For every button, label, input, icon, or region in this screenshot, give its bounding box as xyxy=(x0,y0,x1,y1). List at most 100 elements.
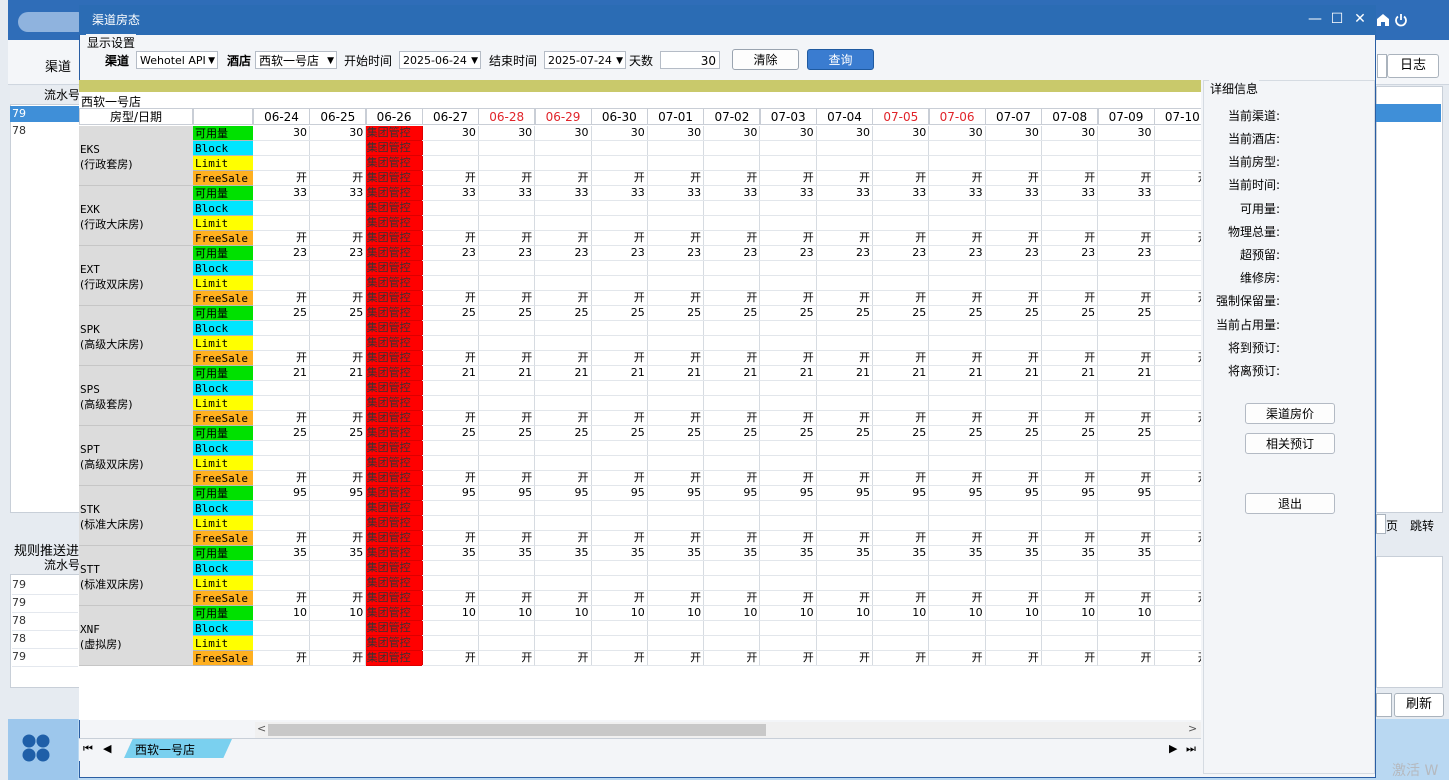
start-date-picker[interactable]: 2025-06-24 ▼ xyxy=(399,51,481,69)
grid-cell[interactable] xyxy=(1097,441,1155,456)
grid-cell[interactable] xyxy=(534,201,592,216)
grid-cell[interactable]: 开 xyxy=(647,171,705,186)
grid-cell[interactable]: 开 xyxy=(647,591,705,606)
app-logo-icon[interactable] xyxy=(21,733,51,763)
grid-cell[interactable] xyxy=(590,576,648,591)
grid-cell[interactable]: 开 xyxy=(928,171,986,186)
grid-cell[interactable]: 开 xyxy=(1041,531,1099,546)
first-sheet-icon[interactable]: ⏮ xyxy=(83,742,93,756)
grid-cell[interactable] xyxy=(647,201,705,216)
grid-cell[interactable]: 25 xyxy=(759,306,817,321)
grid-cell[interactable]: 开 xyxy=(590,171,648,186)
grid-cell[interactable]: 开 xyxy=(590,531,648,546)
grid-cell[interactable]: 开 xyxy=(984,171,1042,186)
grid-cell[interactable]: 开 xyxy=(1041,471,1099,486)
grid-cell[interactable] xyxy=(928,156,986,171)
grid-cell[interactable] xyxy=(872,336,930,351)
grid-cell[interactable]: 开 xyxy=(253,591,310,606)
grid-cell[interactable]: 10 xyxy=(478,606,536,621)
grid-cell[interactable] xyxy=(1097,381,1155,396)
grid-cell[interactable] xyxy=(1097,516,1155,531)
grid-cell[interactable]: 开 xyxy=(421,231,479,246)
grid-cell[interactable]: 集团管控 xyxy=(365,231,423,246)
grid-cell[interactable]: 2 xyxy=(1153,366,1201,381)
date-header[interactable]: 06-29 xyxy=(534,108,592,125)
grid-cell[interactable] xyxy=(1041,441,1099,456)
grid-cell[interactable] xyxy=(816,576,873,591)
grid-cell[interactable]: 集团管控 xyxy=(365,156,423,171)
grid-cell[interactable]: 35 xyxy=(984,546,1042,561)
background-row-2[interactable]: 79 xyxy=(12,576,78,595)
grid-cell[interactable]: 开 xyxy=(984,591,1042,606)
grid-cell[interactable]: 10 xyxy=(928,606,986,621)
grid-cell[interactable] xyxy=(421,636,479,651)
grid-cell[interactable]: 开 xyxy=(253,351,310,366)
grid-cell[interactable]: 25 xyxy=(647,426,705,441)
grid-cell[interactable] xyxy=(703,156,761,171)
grid-cell[interactable] xyxy=(872,261,930,276)
grid-cell[interactable]: 95 xyxy=(872,486,930,501)
grid-cell[interactable] xyxy=(421,576,479,591)
grid-cell[interactable]: 10 xyxy=(1097,606,1155,621)
grid-cell[interactable] xyxy=(1153,336,1201,351)
grid-cell[interactable]: 开 xyxy=(647,351,705,366)
grid-cell[interactable]: 开 xyxy=(1097,651,1155,666)
grid-cell[interactable]: 开 xyxy=(703,591,761,606)
grid-cell[interactable]: 35 xyxy=(816,546,873,561)
grid-cell[interactable] xyxy=(1153,141,1201,156)
grid-cell[interactable] xyxy=(759,396,817,411)
grid-cell[interactable] xyxy=(1041,621,1099,636)
grid-cell[interactable]: 10 xyxy=(309,606,367,621)
grid-cell[interactable]: 开 xyxy=(590,471,648,486)
grid-cell[interactable] xyxy=(534,396,592,411)
grid-cell[interactable] xyxy=(816,456,873,471)
grid-cell[interactable] xyxy=(478,216,536,231)
grid-cell[interactable] xyxy=(984,621,1042,636)
grid-cell[interactable] xyxy=(590,621,648,636)
grid-cell[interactable]: 30 xyxy=(253,126,310,141)
grid-cell[interactable]: 开 xyxy=(309,591,367,606)
grid-cell[interactable] xyxy=(703,141,761,156)
grid-cell[interactable] xyxy=(253,516,310,531)
grid-cell[interactable]: 开 xyxy=(421,531,479,546)
grid-cell[interactable] xyxy=(872,276,930,291)
grid-cell[interactable] xyxy=(590,516,648,531)
grid-cell[interactable] xyxy=(928,321,986,336)
grid-cell[interactable] xyxy=(253,321,310,336)
grid-cell[interactable]: 33 xyxy=(816,186,873,201)
grid-cell[interactable]: 33 xyxy=(872,186,930,201)
grid-cell[interactable]: 开 xyxy=(703,471,761,486)
grid-cell[interactable]: 开 xyxy=(928,591,986,606)
grid-cell[interactable] xyxy=(928,636,986,651)
grid-cell[interactable] xyxy=(534,621,592,636)
date-header[interactable]: 07-07 xyxy=(984,108,1042,125)
grid-cell[interactable]: 开 xyxy=(984,231,1042,246)
grid-cell[interactable]: 开 xyxy=(928,231,986,246)
grid-cell[interactable]: 集团管控 xyxy=(365,561,423,576)
grid-cell[interactable] xyxy=(534,261,592,276)
grid-cell[interactable] xyxy=(1153,321,1201,336)
grid-cell[interactable] xyxy=(534,456,592,471)
grid-cell[interactable] xyxy=(421,456,479,471)
grid-cell[interactable] xyxy=(1041,561,1099,576)
grid-cell[interactable] xyxy=(590,561,648,576)
background-row-2[interactable]: 78 xyxy=(12,612,78,631)
grid-cell[interactable] xyxy=(590,216,648,231)
grid-cell[interactable] xyxy=(309,141,367,156)
grid-cell[interactable]: 23 xyxy=(816,246,873,261)
grid-cell[interactable] xyxy=(759,441,817,456)
channel-price-button[interactable]: 渠道房价 xyxy=(1245,403,1335,424)
grid-cell[interactable]: 21 xyxy=(872,366,930,381)
grid-cell[interactable] xyxy=(590,336,648,351)
grid-cell[interactable] xyxy=(1041,336,1099,351)
grid-cell[interactable]: 集团管控 xyxy=(365,246,423,261)
grid-cell[interactable] xyxy=(647,381,705,396)
grid-cell[interactable] xyxy=(984,396,1042,411)
grid-cell[interactable] xyxy=(1041,381,1099,396)
grid-cell[interactable]: 开 xyxy=(309,351,367,366)
grid-cell[interactable] xyxy=(478,321,536,336)
grid-cell[interactable]: 开 xyxy=(421,291,479,306)
grid-cell[interactable] xyxy=(759,156,817,171)
room-type-cell[interactable]: EXT (行政双床房) xyxy=(79,246,193,306)
grid-cell[interactable] xyxy=(759,561,817,576)
